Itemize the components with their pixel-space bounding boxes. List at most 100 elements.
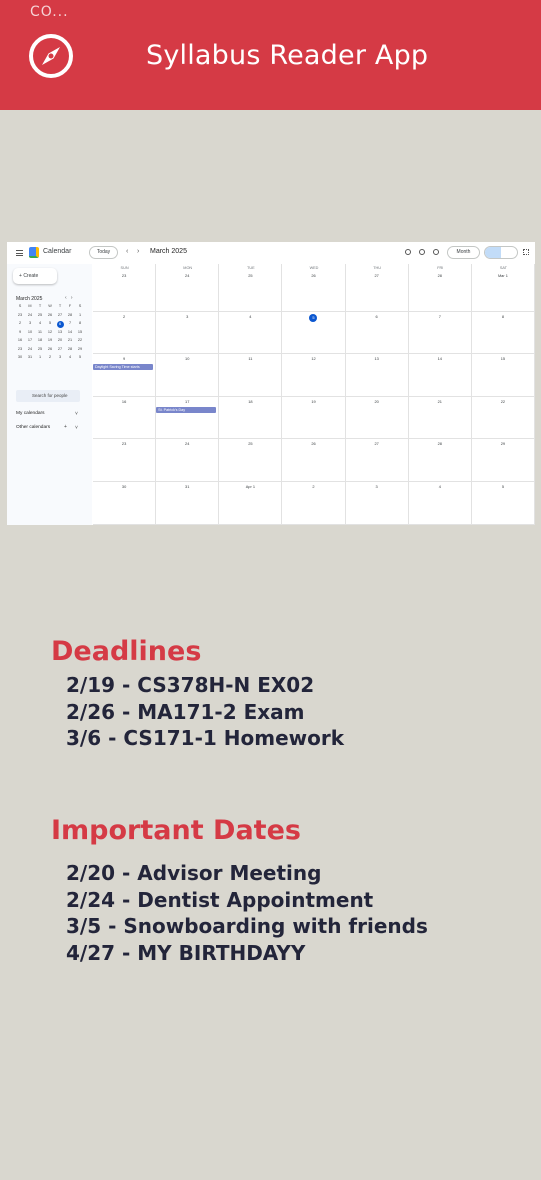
day-number: 29	[500, 441, 506, 446]
day-cell: 30	[93, 482, 157, 525]
mini-calendar-title: March 2025	[16, 296, 43, 302]
day-number: 2	[122, 314, 126, 319]
day-cell: 3	[345, 482, 409, 525]
month-grid: 23 24 25 26 27 28 Mar 1 2 3 4 5 6 7 8 9 Daylight Saving…	[93, 264, 535, 525]
day-number: 4	[249, 314, 252, 319]
calendar-screenshot: Calendar Today ‹ › March 2025 Month + Cr…	[7, 242, 535, 525]
weekday-header: SUN MON TUE WED THU FRI SAT	[93, 264, 535, 274]
mini-day: 31	[27, 355, 33, 359]
calendar-toolbar: Calendar Today ‹ › March 2025 Month	[7, 242, 535, 264]
other-calendars-label: Other calendars	[16, 425, 51, 430]
day-cell: 3	[156, 312, 220, 354]
day-cell: 10	[156, 354, 220, 397]
weekday-label: FRI	[437, 266, 444, 270]
mini-calendar-arrows: ‹ ›	[65, 295, 73, 301]
mini-day: 21	[67, 338, 73, 342]
calendar-sidebar: + Create March 2025 ‹ › S M T W T F S 23 24 25 26 2…	[7, 264, 92, 525]
day-number: 17	[185, 399, 190, 404]
mini-day: 15	[77, 329, 83, 334]
today-button: Today	[89, 246, 118, 259]
day-number: 7	[438, 314, 441, 319]
day-number: 21	[437, 399, 442, 404]
mini-day: 1	[38, 355, 42, 359]
mini-day: 2	[48, 355, 52, 359]
chevron-down-icon: ˅	[75, 425, 78, 431]
chevron-left-icon: ‹	[126, 248, 129, 255]
mini-day: 1	[78, 312, 82, 317]
mini-day: 23	[17, 346, 23, 351]
mini-day: 27	[57, 312, 63, 317]
search-icon	[405, 249, 411, 255]
mini-day: 22	[77, 338, 83, 342]
day-number: 27	[374, 441, 379, 446]
mini-day: 3	[28, 321, 32, 325]
day-number: 23	[121, 441, 127, 446]
mini-day: 19	[47, 338, 53, 342]
help-icon	[419, 249, 425, 255]
mini-day: 12	[47, 329, 53, 334]
calendar-app-name: Calendar	[43, 248, 72, 255]
day-number: 24	[185, 441, 190, 446]
day-number: 22	[500, 399, 506, 404]
mini-day: 25	[37, 346, 43, 351]
day-cell: 23	[93, 439, 157, 482]
day-number: 5	[501, 484, 504, 489]
day-cell: 5	[282, 312, 346, 354]
month-weeks: 23 24 25 26 27 28 Mar 1 2 3 4 5 6 7 8 9 Daylight Saving…	[93, 264, 535, 525]
mini-day: 24	[27, 312, 33, 317]
day-cell: 22	[471, 397, 535, 439]
day-cell: 17 St. Patrick's Day	[156, 397, 220, 439]
mini-day: 14	[67, 329, 73, 334]
day-cell: 4	[219, 312, 283, 354]
important-dates-list: 2/20 - Advisor Meeting 2/24 - Dentist Ap…	[66, 860, 428, 966]
mini-day: 10	[27, 329, 33, 334]
mini-weekday: T	[38, 304, 42, 308]
day-cell: 16	[93, 397, 157, 439]
day-number: 3	[375, 484, 378, 489]
mini-day: 2	[18, 321, 22, 325]
day-number: 10	[185, 356, 190, 361]
day-cell: 8	[471, 312, 535, 354]
compass-icon[interactable]	[28, 33, 74, 79]
day-number: 8	[501, 314, 504, 319]
status-bar-text: CO...	[30, 4, 69, 20]
day-cell: 20	[345, 397, 409, 439]
day-cell: 7	[408, 312, 472, 354]
day-number: 11	[248, 356, 253, 361]
day-number: 20	[374, 399, 379, 404]
day-number: 6	[375, 314, 378, 319]
day-number: 30	[121, 484, 127, 489]
mini-day: 5	[48, 321, 52, 325]
day-number: 19	[311, 399, 316, 404]
list-item: 3/6 - CS171-1 Homework	[66, 726, 345, 750]
mini-day: 11	[38, 329, 42, 334]
mini-weekday: W	[48, 304, 52, 308]
mini-day: 6	[55, 321, 65, 330]
view-toggle	[484, 246, 518, 259]
list-item: 2/26 - MA171-2 Exam	[66, 699, 305, 724]
day-number: 15	[500, 356, 506, 361]
day-cell: 28	[408, 439, 472, 482]
day-cell: 27	[345, 439, 409, 482]
mini-calendar-grid: S M T W T F S 23 24 25 26 27 28 1 2 3 4 5 6 7 8 9 10 11 12 13 14 15…	[15, 304, 85, 364]
mini-day-selected: 6	[56, 321, 64, 328]
day-number: 5	[309, 314, 318, 322]
day-cell: 21	[408, 397, 472, 439]
weekday-label: THU	[373, 266, 382, 270]
mini-day: 28	[67, 312, 73, 317]
plus-icon: +	[64, 424, 67, 430]
weekday-label: WED	[309, 266, 319, 270]
mini-day: 27	[57, 346, 63, 351]
calendar-event: St. Patrick's Day	[156, 407, 217, 413]
search-people-field: Search for people	[16, 390, 80, 402]
calendar-event: Daylight Saving Time starts	[93, 364, 153, 370]
day-cell: 29	[471, 439, 535, 482]
mini-day: 7	[68, 321, 72, 325]
day-cell: 2	[282, 482, 346, 525]
mini-day: 13	[57, 329, 63, 334]
weekday-label: SUN	[120, 266, 129, 270]
chevron-down-icon: ˅	[75, 411, 78, 417]
day-cell: 25	[219, 439, 283, 482]
weekday-label: MON	[183, 266, 193, 270]
day-number: Apr 1	[245, 484, 255, 489]
